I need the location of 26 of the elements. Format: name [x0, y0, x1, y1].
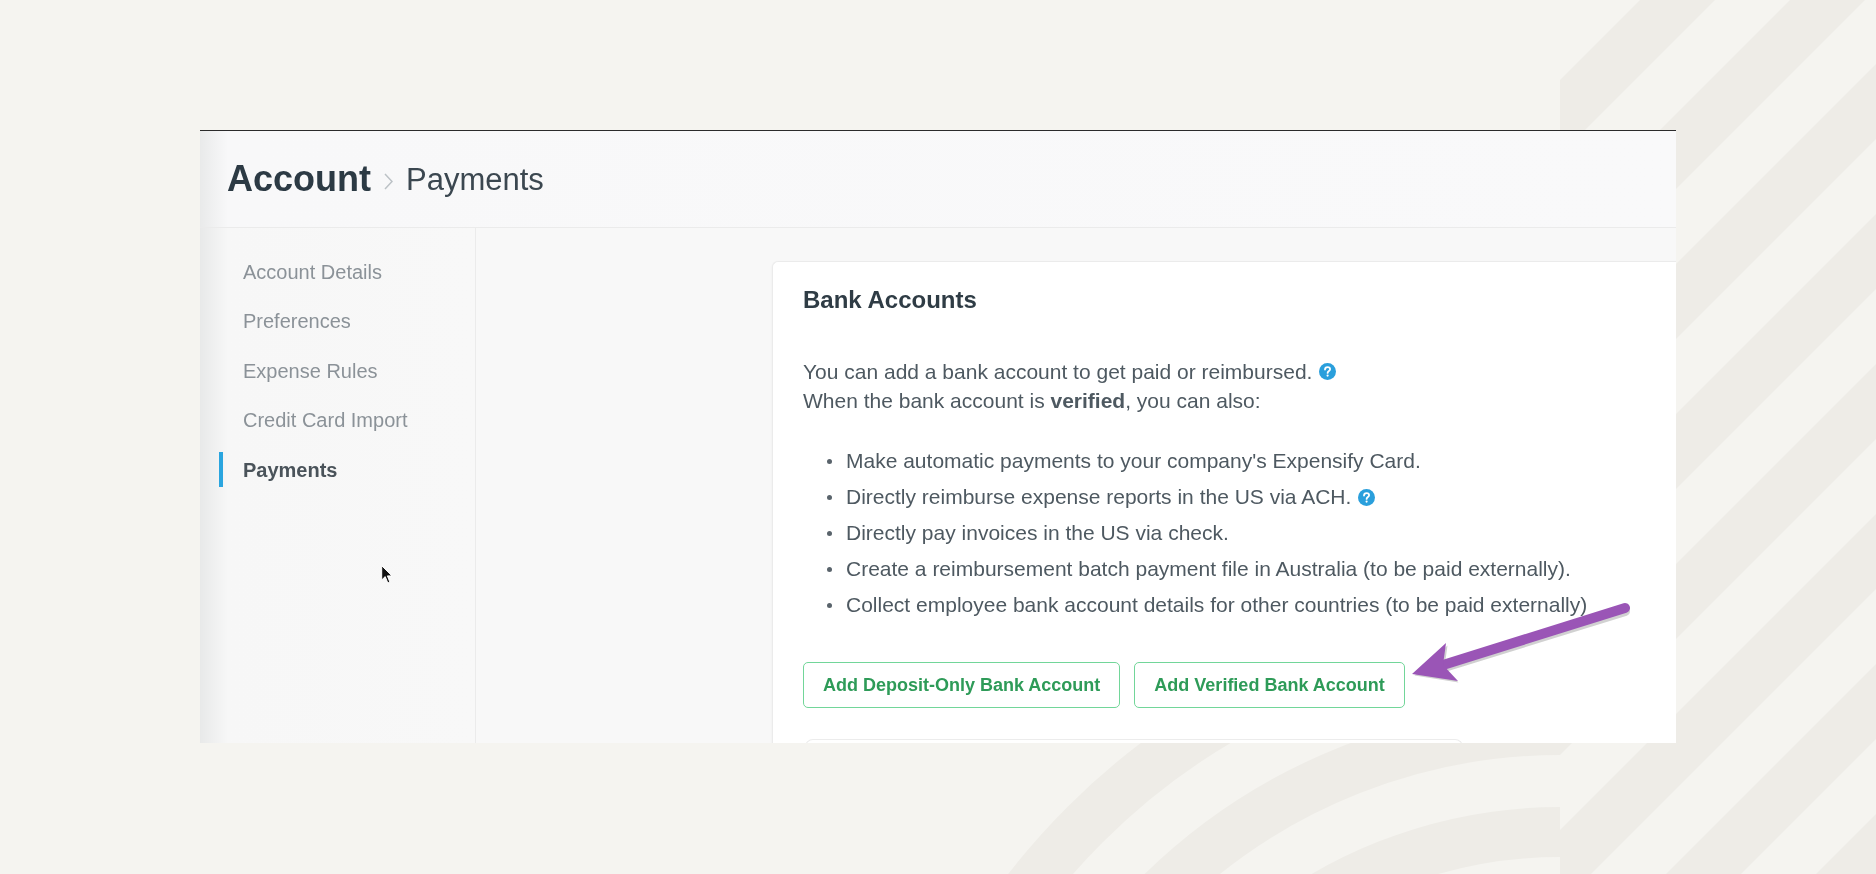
- sidebar-item[interactable]: Account Details: [219, 254, 382, 289]
- sidebar-item[interactable]: Preferences: [219, 303, 351, 339]
- bullet-icon: [827, 566, 832, 572]
- bullet-text: Make automatic payments to your company's Expensify Card.: [846, 448, 1421, 474]
- bullet-text: Create a reimbursement batch payment file in Australia (to be paid externally).: [846, 556, 1571, 582]
- cursor-icon: [381, 565, 393, 584]
- sidebar-item[interactable]: Credit Card Import: [219, 402, 408, 438]
- bullet-icon: [827, 602, 832, 608]
- intro-text: You can add a bank account to get paid or reimbursed.: [803, 359, 1313, 385]
- bullet-text: Directly reimburse expense reports in the US via ACH.: [846, 484, 1352, 510]
- intro-text: When the bank account is verified, you can also:: [803, 388, 1261, 414]
- help-icon[interactable]: [1358, 488, 1376, 506]
- page-title: Account: [227, 161, 371, 197]
- add-account-button[interactable]: Add Deposit-Only Bank Account: [803, 662, 1121, 708]
- bullet-icon: [827, 530, 832, 536]
- bullet-icon: [827, 458, 832, 464]
- chevron-icon: [384, 172, 393, 190]
- help-icon[interactable]: [1319, 363, 1337, 380]
- sidebar-item[interactable]: Expense Rules: [219, 353, 378, 388]
- bullet-icon: [827, 494, 832, 500]
- section-title: Bank Accounts: [803, 286, 977, 314]
- add-account-button[interactable]: Add Verified Bank Account: [1134, 662, 1405, 708]
- page-subtitle: Payments: [406, 163, 544, 195]
- bullet-text: Collect employee bank account details for other countries (to be paid externally): [846, 592, 1588, 618]
- bullet-text: Directly pay invoices in the US via check.: [846, 520, 1229, 546]
- sidebar-item[interactable]: Payments: [219, 452, 338, 487]
